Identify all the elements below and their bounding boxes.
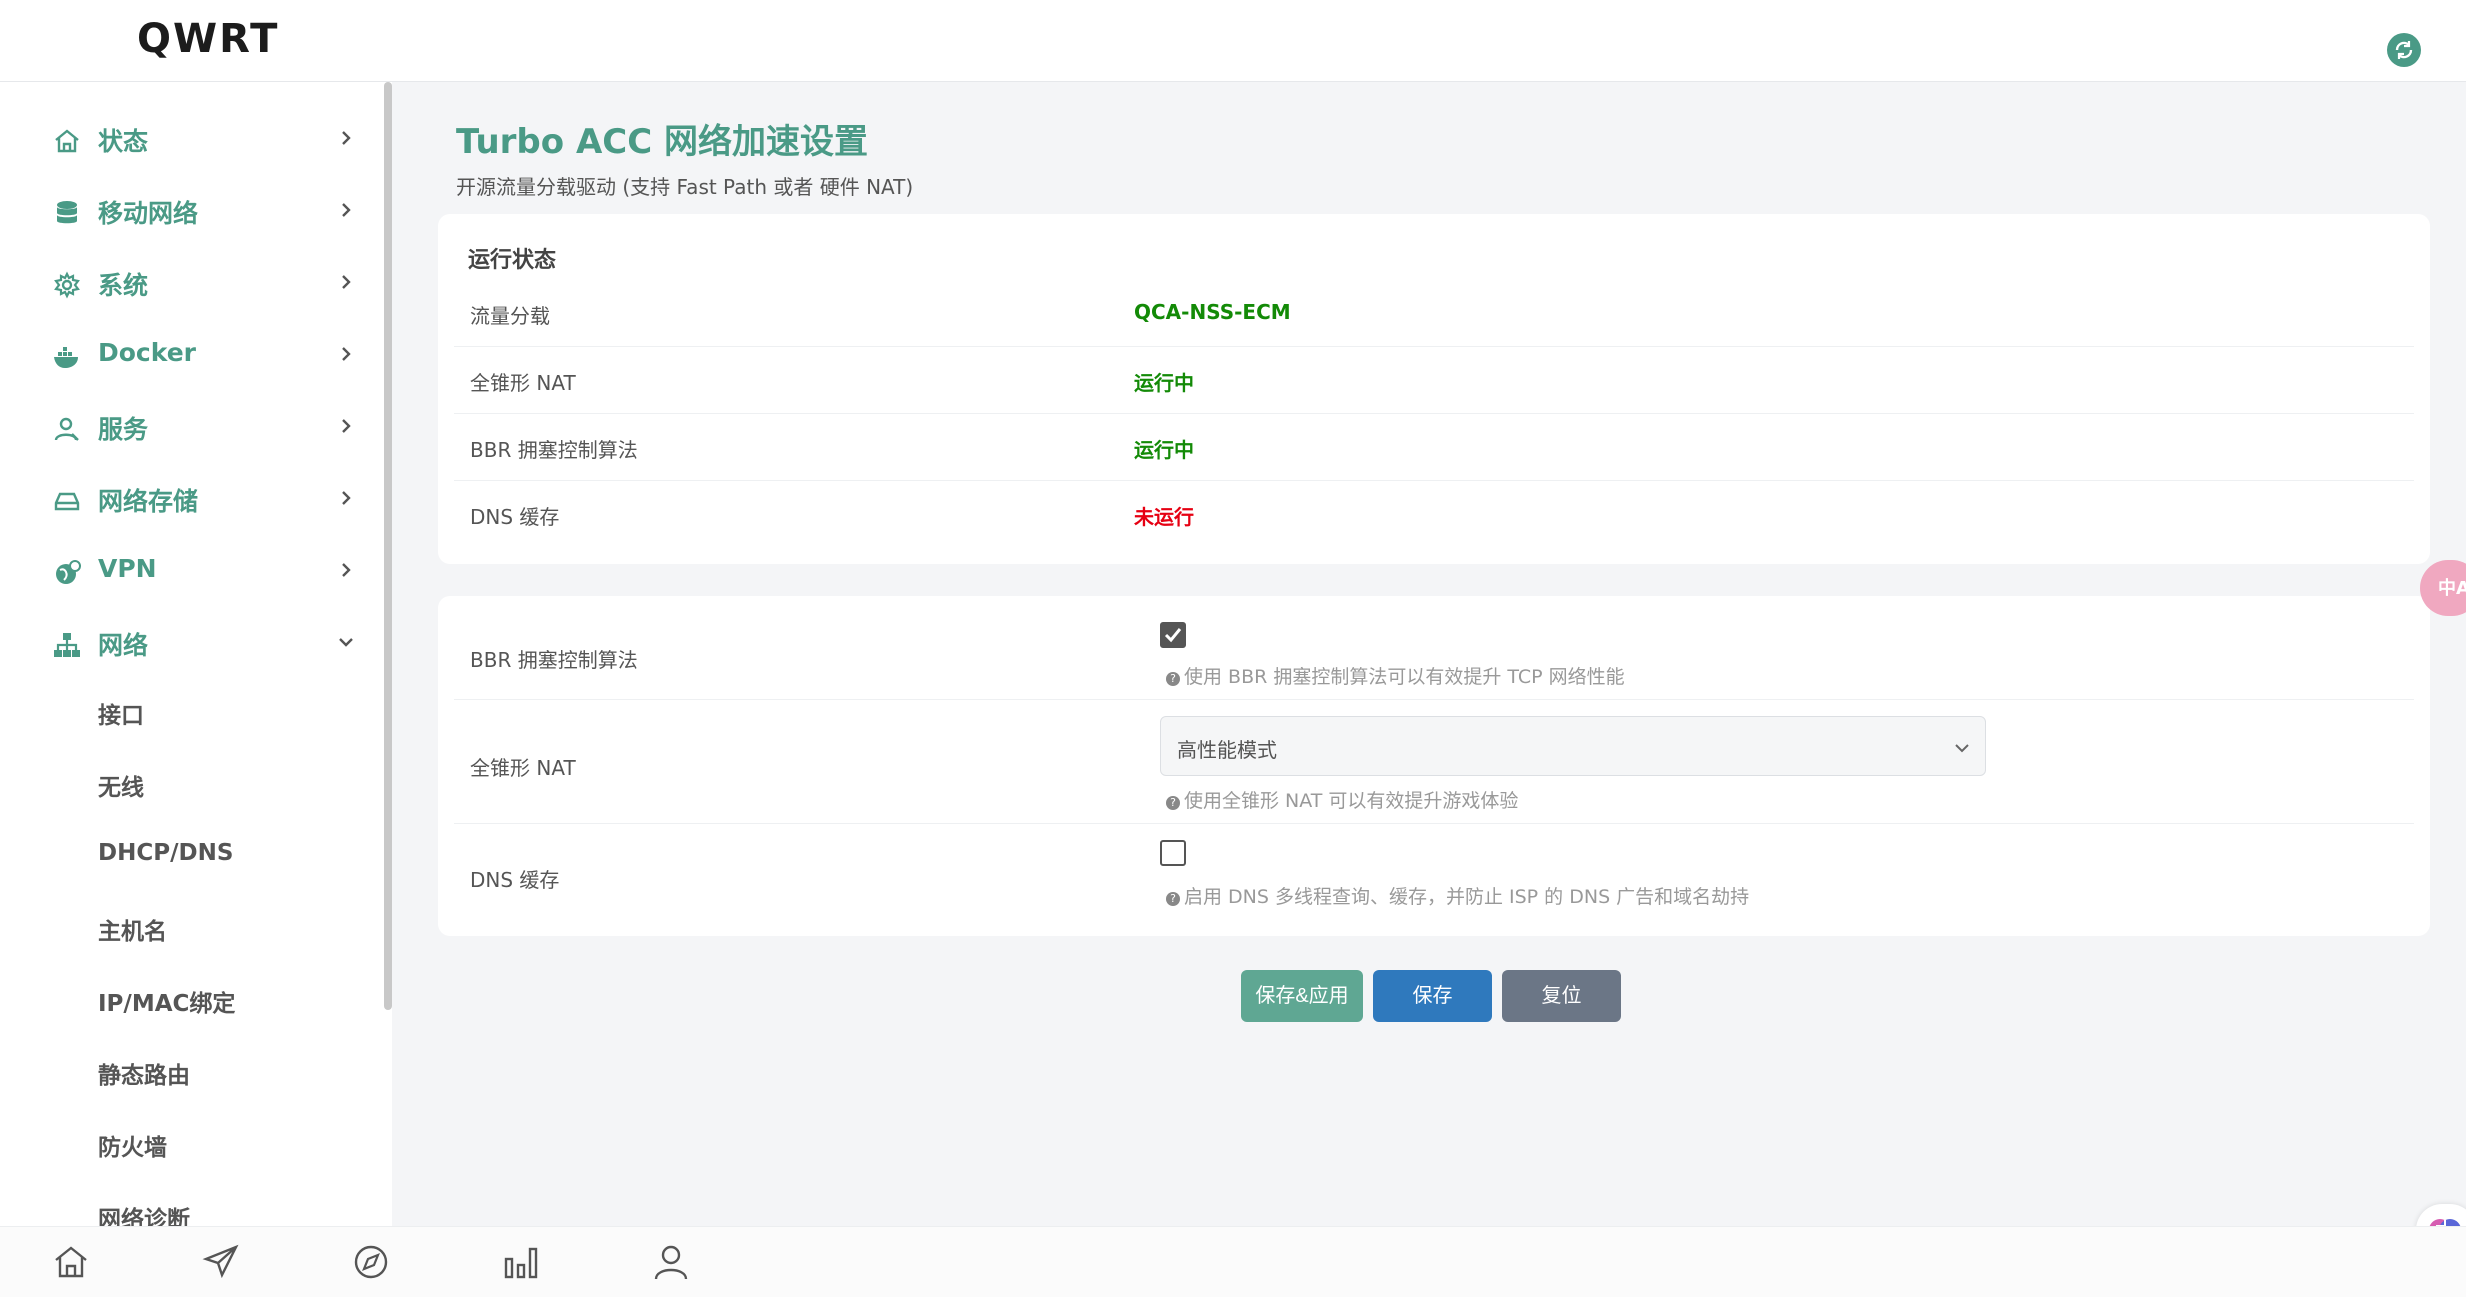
fullcone-select[interactable]: 高性能模式 <box>1160 716 1986 776</box>
question-icon: ? <box>1166 796 1180 810</box>
question-icon: ? <box>1166 672 1180 686</box>
save-apply-button[interactable]: 保存&应用 <box>1241 970 1363 1022</box>
user-icon <box>54 417 79 441</box>
user-icon[interactable] <box>650 1241 692 1283</box>
status-label: 流量分载 <box>470 304 550 328</box>
chevron-right-icon <box>342 131 351 145</box>
home-icon <box>55 129 79 153</box>
logo[interactable]: QWRT <box>137 16 279 62</box>
chevron-down-icon <box>339 638 353 647</box>
help-text: 启用 DNS 多线程查询、缓存，并防止 ISP 的 DNS 广告和域名劫持 <box>1184 886 1750 908</box>
globe-icon <box>56 560 81 584</box>
gear-icon <box>54 271 80 299</box>
bottom-bar <box>0 1226 2466 1297</box>
status-label: BBR 拥塞控制算法 <box>470 438 638 462</box>
status-row-bbr: BBR 拥塞控制算法 运行中 <box>454 414 2414 481</box>
sidebar-item-docker[interactable]: Docker <box>0 320 380 392</box>
status-row-dns-cache: DNS 缓存 未运行 <box>454 481 2414 548</box>
page-description: 开源流量分载驱动 (支持 Fast Path 或者 硬件 NAT) <box>456 175 914 199</box>
sidebar-item-system[interactable]: 系统 <box>0 248 380 320</box>
sidebar-item-label: 系统 <box>98 271 149 300</box>
bar-chart-icon[interactable] <box>500 1241 542 1283</box>
compass-icon[interactable] <box>350 1241 392 1283</box>
sidebar-item-services[interactable]: 服务 <box>0 392 380 464</box>
sidebar-item-status[interactable]: 状态 <box>0 104 380 176</box>
option-dns-cache: DNS 缓存 ? 启用 DNS 多线程查询、缓存，并防止 ISP 的 DNS 广告… <box>454 824 2414 924</box>
reset-button[interactable]: 复位 <box>1502 970 1621 1022</box>
sidebar-scrollbar[interactable] <box>384 82 392 1010</box>
section-title: 运行状态 <box>468 248 557 273</box>
home-icon[interactable] <box>50 1241 92 1283</box>
question-icon: ? <box>1166 892 1180 906</box>
sidebar-subitem-firewall[interactable]: 防火墙 <box>98 1128 358 1188</box>
chevron-right-icon <box>342 275 351 289</box>
refresh-icon[interactable] <box>2387 33 2421 67</box>
option-help: ? 启用 DNS 多线程查询、缓存，并防止 ISP 的 DNS 广告和域名劫持 <box>1166 882 1749 909</box>
option-label: 全锥形 NAT <box>470 756 576 780</box>
sidebar-subitem-wireless[interactable]: 无线 <box>98 768 358 828</box>
top-header: QWRT <box>0 0 2466 82</box>
status-card: 运行状态 流量分载 QCA-NSS-ECM 全锥形 NAT 运行中 BBR 拥塞… <box>438 214 2430 564</box>
status-value: 未运行 <box>1134 505 1194 529</box>
translate-icon: 中A <box>2438 578 2466 599</box>
chevron-right-icon <box>342 491 351 505</box>
page-title: Turbo ACC 网络加速设置 <box>456 122 869 162</box>
sidebar-item-label: 网络存储 <box>98 487 199 516</box>
sidebar-subitem-hostnames[interactable]: 主机名 <box>98 912 358 972</box>
sidebar-item-network[interactable]: 网络 <box>0 608 380 680</box>
save-button[interactable]: 保存 <box>1373 970 1492 1022</box>
sidebar-item-label: 服务 <box>98 415 149 444</box>
option-label: DNS 缓存 <box>470 868 560 892</box>
dns-cache-checkbox[interactable] <box>1160 840 1186 866</box>
option-bbr: BBR 拥塞控制算法 ? 使用 BBR 拥塞控制算法可以有效提升 TCP 网络性能 <box>454 604 2414 700</box>
status-label: DNS 缓存 <box>470 505 560 529</box>
sidebar-item-mobile-network[interactable]: 移动网络 <box>0 176 380 248</box>
option-help: ? 使用 BBR 拥塞控制算法可以有效提升 TCP 网络性能 <box>1166 662 1625 689</box>
status-label: 全锥形 NAT <box>470 371 576 395</box>
sidebar-subitem-dhcp-dns[interactable]: DHCP/DNS <box>98 840 358 900</box>
sidebar-item-vpn[interactable]: VPN <box>0 536 380 608</box>
status-row-fullcone: 全锥形 NAT 运行中 <box>454 347 2414 414</box>
chevron-right-icon <box>342 563 351 577</box>
sidebar-item-label: VPN <box>98 554 157 583</box>
drive-icon <box>54 492 80 511</box>
sidebar-subitem-interfaces[interactable]: 接口 <box>98 696 358 756</box>
database-icon <box>57 201 77 224</box>
chevron-right-icon <box>342 419 351 433</box>
options-card: BBR 拥塞控制算法 ? 使用 BBR 拥塞控制算法可以有效提升 TCP 网络性能… <box>438 596 2430 936</box>
sidebar-item-label: Docker <box>98 338 196 367</box>
help-text: 使用 BBR 拥塞控制算法可以有效提升 TCP 网络性能 <box>1184 666 1625 688</box>
send-icon[interactable] <box>200 1241 242 1283</box>
option-fullcone: 全锥形 NAT 高性能模式 ? 使用全锥形 NAT 可以有效提升游戏体验 <box>454 700 2414 824</box>
sidebar-item-label: 状态 <box>98 127 149 156</box>
bbr-checkbox[interactable] <box>1160 622 1186 648</box>
chevron-right-icon <box>342 347 351 361</box>
status-value: QCA-NSS-ECM <box>1134 300 1291 324</box>
docker-icon <box>54 347 78 368</box>
status-value: 运行中 <box>1134 371 1194 395</box>
sidebar-item-label: 移动网络 <box>98 199 199 228</box>
sidebar-item-label: 网络 <box>98 631 149 660</box>
check-icon <box>1164 628 1182 643</box>
sidebar-subitem-ip-mac-binding[interactable]: IP/MAC绑定 <box>98 984 358 1044</box>
status-value: 运行中 <box>1134 438 1194 462</box>
sidebar-item-network-storage[interactable]: 网络存储 <box>0 464 380 536</box>
option-label: BBR 拥塞控制算法 <box>470 648 638 672</box>
sidebar-subitem-static-routes[interactable]: 静态路由 <box>98 1056 358 1116</box>
chevron-down-icon <box>1955 744 1969 753</box>
help-text: 使用全锥形 NAT 可以有效提升游戏体验 <box>1184 790 1519 812</box>
option-help: ? 使用全锥形 NAT 可以有效提升游戏体验 <box>1166 786 1518 813</box>
sidebar-subitem-diagnostics[interactable]: 网络诊断 <box>98 1200 358 1226</box>
chevron-right-icon <box>342 203 351 217</box>
network-icon <box>54 633 80 657</box>
sidebar: 状态 移动网络 系统 Docker 服务 网络存储 VPN 网络 接口 无线 D… <box>0 82 392 1226</box>
status-row-offload: 流量分载 QCA-NSS-ECM <box>454 280 2414 347</box>
select-value: 高性能模式 <box>1177 738 1277 762</box>
